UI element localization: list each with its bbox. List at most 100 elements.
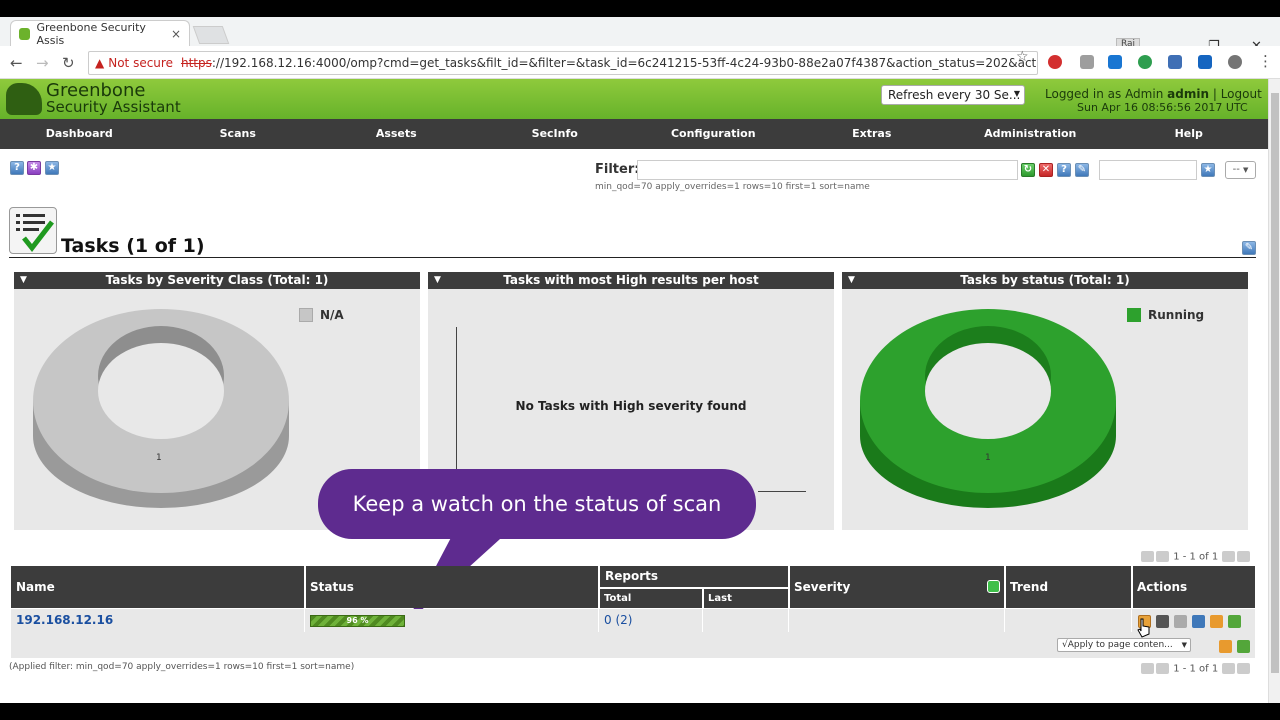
reports-total-cell: 0 (2) (600, 609, 703, 632)
legend-label-na: N/A (320, 308, 344, 322)
col-header-actions: Actions (1133, 566, 1255, 608)
url-field[interactable]: ▲ Not secure https ://192.168.12.16:4000… (88, 51, 1038, 75)
chart-menu-triangle-icon[interactable]: ▼ (20, 272, 27, 289)
browser-tab-strip: Greenbone Security Assis × Raj — ❐ ✕ (0, 17, 1280, 54)
logout-link[interactable]: Logout (1221, 87, 1262, 101)
trashcan-icon[interactable] (1174, 615, 1187, 628)
filter-name-input[interactable] (1099, 160, 1197, 180)
title-divider (9, 257, 1256, 258)
first-page-icon[interactable] (1141, 663, 1154, 674)
opera-extension-icon[interactable] (1048, 55, 1062, 69)
chart-menu-triangle-icon[interactable]: ▼ (434, 272, 441, 289)
progress-label: 96 % (346, 616, 369, 625)
menu-secinfo[interactable]: SecInfo (476, 119, 635, 149)
bulk-export-icon[interactable] (1237, 640, 1250, 653)
greenbone-favicon-icon (19, 27, 31, 40)
menu-dashboard[interactable]: Dashboard (0, 119, 159, 149)
bolt-extension-icon[interactable] (1228, 55, 1242, 69)
applied-filter-text: (Applied filter: min_qod=70 apply_overri… (9, 662, 355, 672)
bulk-delete-icon[interactable] (1219, 640, 1232, 653)
page-title: Tasks (1 of 1) (61, 235, 205, 257)
download-extension-icon[interactable] (1168, 55, 1182, 69)
trend-cell (1005, 609, 1132, 632)
col-header-trend: Trend (1006, 566, 1131, 608)
status-chart-header[interactable]: ▼ Tasks by status (Total: 1) (842, 272, 1248, 289)
last-page-icon[interactable] (1237, 551, 1251, 562)
warning-triangle-icon: ▲ (95, 56, 105, 70)
next-page-icon[interactable] (1222, 663, 1236, 674)
col-header-name[interactable]: Name (11, 566, 304, 608)
server-datetime: Sun Apr 16 08:56:56 2017 UTC (1077, 101, 1248, 114)
grammarly-icon[interactable] (1138, 55, 1152, 69)
menu-configuration[interactable]: Configuration (634, 119, 793, 149)
forward-arrow-icon[interactable]: → (36, 54, 49, 72)
chart-menu-triangle-icon[interactable]: ▼ (848, 272, 855, 289)
page-scrollbar[interactable] (1268, 79, 1280, 703)
window-extension-icon[interactable] (1198, 55, 1212, 69)
col-header-last[interactable]: Last (704, 589, 788, 608)
legend-swatch-running (1127, 308, 1141, 322)
menu-help[interactable]: Help (1110, 119, 1269, 149)
menu-assets[interactable]: Assets (317, 119, 476, 149)
x-axis-line (758, 491, 806, 492)
filter-help-icon[interactable]: ? (1057, 163, 1071, 177)
browser-tab[interactable]: Greenbone Security Assis × (10, 20, 190, 47)
last-page-icon[interactable] (1237, 663, 1251, 674)
prev-page-icon[interactable] (1156, 551, 1169, 562)
edit-filter-icon[interactable]: ✎ (1075, 163, 1089, 177)
browser-menu-icon[interactable]: ⋮ (1258, 52, 1273, 70)
edit-dashboard-icon[interactable]: ✎ (1242, 241, 1256, 255)
severity-chart-header[interactable]: ▼ Tasks by Severity Class (Total: 1) (14, 272, 420, 289)
edit-icon[interactable] (1192, 615, 1205, 628)
bookmark-star-icon[interactable]: ☆ (1016, 49, 1029, 65)
status-donut-chart (860, 309, 1116, 508)
filter-label: Filter: (595, 162, 640, 177)
s-extension-icon[interactable] (1108, 55, 1122, 69)
prev-page-icon[interactable] (1156, 663, 1169, 674)
menu-extras[interactable]: Extras (793, 119, 952, 149)
reload-icon[interactable]: ↻ (62, 54, 75, 72)
task-name-link[interactable]: 192.168.12.16 (11, 609, 305, 632)
apply-to-select[interactable]: √Apply to page conten... ▼ (1057, 638, 1191, 652)
filter-select-value: -- (1232, 164, 1240, 175)
col-header-reports: Reports (600, 566, 788, 587)
back-arrow-icon[interactable]: ← (10, 54, 23, 72)
reports-total-link[interactable]: 0 (604, 613, 612, 627)
high-results-chart-header[interactable]: ▼ Tasks with most High results per host (428, 272, 834, 289)
refresh-filter-icon[interactable]: ↻ (1021, 163, 1035, 177)
filter-select[interactable]: -- ▼ (1225, 161, 1256, 179)
new-tab-button[interactable] (192, 26, 230, 44)
high-results-chart-title: Tasks with most High results per host (503, 273, 759, 287)
no-data-message: No Tasks with High severity found (515, 399, 747, 413)
menu-scans[interactable]: Scans (159, 119, 318, 149)
pager-text: 1 - 1 of 1 (1173, 663, 1219, 675)
reports-count-link[interactable]: (2) (615, 613, 632, 627)
clone-icon[interactable] (1210, 615, 1223, 628)
filter-input[interactable] (637, 160, 1018, 180)
overrides-icon[interactable] (987, 580, 1000, 593)
save-filter-star-icon[interactable]: ★ (1201, 163, 1215, 177)
login-info: Logged in as Admin admin | Logout (1045, 87, 1262, 101)
first-page-icon[interactable] (1141, 551, 1154, 562)
scrollbar-thumb[interactable] (1271, 93, 1279, 673)
col-header-status[interactable]: Status (306, 566, 598, 608)
status-chart-panel: ▼ Tasks by status (Total: 1) 1 Running (842, 272, 1248, 530)
menu-administration[interactable]: Administration (951, 119, 1110, 149)
greenbone-logo-icon (6, 83, 42, 115)
donut-slice-label: 1 (985, 453, 991, 463)
progress-bar[interactable]: 96 % (310, 615, 405, 627)
wizard-icon[interactable]: ✱ (27, 161, 41, 175)
tab-close-icon[interactable]: × (171, 27, 181, 41)
resume-icon[interactable] (1156, 615, 1169, 628)
new-task-star-icon[interactable]: ★ (45, 161, 59, 175)
reset-filter-icon[interactable]: ✕ (1039, 163, 1053, 177)
pager-top: 1 - 1 of 1 (1140, 551, 1251, 563)
col-header-total[interactable]: Total (600, 589, 702, 608)
col-header-severity-label: Severity (794, 580, 851, 594)
help-icon[interactable]: ? (10, 161, 24, 175)
extension-badge-icon[interactable] (1080, 55, 1094, 69)
refresh-select[interactable]: Refresh every 30 Se... ▼ (881, 85, 1025, 105)
next-page-icon[interactable] (1222, 551, 1236, 562)
col-header-severity[interactable]: Severity (790, 566, 1004, 608)
export-icon[interactable] (1228, 615, 1241, 628)
